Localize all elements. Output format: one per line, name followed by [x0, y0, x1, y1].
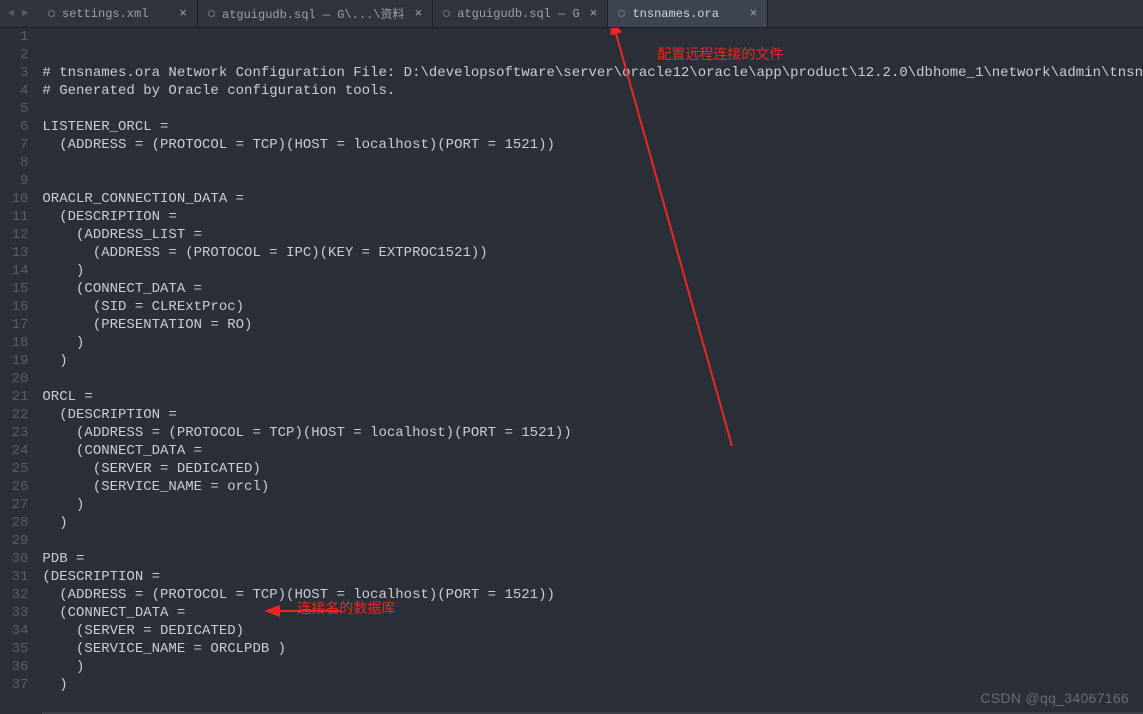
- code-line[interactable]: ): [42, 352, 1143, 370]
- line-number: 16: [0, 298, 28, 316]
- nav-back-icon[interactable]: ◄: [4, 8, 18, 20]
- close-icon[interactable]: ×: [590, 7, 598, 20]
- line-number: 13: [0, 244, 28, 262]
- line-number: 30: [0, 550, 28, 568]
- tab-dot-icon: [443, 10, 450, 17]
- code-line[interactable]: [42, 172, 1143, 190]
- line-number: 34: [0, 622, 28, 640]
- code-line[interactable]: (SERVER = DEDICATED): [42, 460, 1143, 478]
- line-number: 28: [0, 514, 28, 532]
- tab-label: atguigudb.sql — G: [457, 7, 579, 21]
- tab-label: tnsnames.ora: [632, 7, 739, 21]
- nav-forward-icon[interactable]: ►: [18, 8, 32, 20]
- line-number-gutter: 1234567891011121314151617181920212223242…: [0, 28, 42, 714]
- code-line[interactable]: (PRESENTATION = RO): [42, 316, 1143, 334]
- close-icon[interactable]: ×: [750, 7, 758, 20]
- line-number: 23: [0, 424, 28, 442]
- code-line[interactable]: (DESCRIPTION =: [42, 208, 1143, 226]
- line-number: 4: [0, 82, 28, 100]
- code-line[interactable]: (CONNECT_DATA =: [42, 604, 1143, 622]
- line-number: 17: [0, 316, 28, 334]
- code-line[interactable]: ): [42, 262, 1143, 280]
- nav-buttons: ◄ ►: [0, 0, 38, 27]
- code-line[interactable]: # tnsnames.ora Network Configuration Fil…: [42, 64, 1143, 82]
- watermark: CSDN @qq_34067166: [980, 690, 1129, 706]
- line-number: 27: [0, 496, 28, 514]
- line-number: 7: [0, 136, 28, 154]
- code-line[interactable]: [42, 694, 1143, 712]
- line-number: 3: [0, 64, 28, 82]
- tab-atguigudb2[interactable]: atguigudb.sql — G ×: [433, 0, 608, 27]
- code-line[interactable]: ORCL =: [42, 388, 1143, 406]
- code-line[interactable]: [42, 532, 1143, 550]
- line-number: 22: [0, 406, 28, 424]
- code-line[interactable]: PDB =: [42, 550, 1143, 568]
- code-line[interactable]: [42, 154, 1143, 172]
- editor-area[interactable]: 1234567891011121314151617181920212223242…: [0, 28, 1143, 714]
- code-line[interactable]: (ADDRESS_LIST =: [42, 226, 1143, 244]
- code-line[interactable]: (SERVICE_NAME = orcl): [42, 478, 1143, 496]
- annotation-top: 配置远程连接的文件: [657, 45, 783, 63]
- tab-dot-icon: [618, 10, 625, 17]
- close-icon[interactable]: ×: [179, 7, 187, 20]
- tab-atguigudb1[interactable]: atguigudb.sql — G\...\资料 ×: [198, 0, 433, 27]
- code-view[interactable]: # tnsnames.ora Network Configuration Fil…: [42, 28, 1143, 714]
- line-number: 33: [0, 604, 28, 622]
- code-line[interactable]: ): [42, 658, 1143, 676]
- line-number: 18: [0, 334, 28, 352]
- line-number: 21: [0, 388, 28, 406]
- line-number: 19: [0, 352, 28, 370]
- line-number: 37: [0, 676, 28, 694]
- code-line[interactable]: ORACLR_CONNECTION_DATA =: [42, 190, 1143, 208]
- line-number: 36: [0, 658, 28, 676]
- line-number: 1: [0, 28, 28, 46]
- line-number: 10: [0, 190, 28, 208]
- line-number: 9: [0, 172, 28, 190]
- line-number: 32: [0, 586, 28, 604]
- line-number: 20: [0, 370, 28, 388]
- code-line[interactable]: ): [42, 334, 1143, 352]
- tab-tnsnames-ora[interactable]: tnsnames.ora ×: [608, 0, 768, 27]
- line-number: 15: [0, 280, 28, 298]
- line-number: 31: [0, 568, 28, 586]
- code-line[interactable]: (ADDRESS = (PROTOCOL = TCP)(HOST = local…: [42, 424, 1143, 442]
- code-line[interactable]: (CONNECT_DATA =: [42, 442, 1143, 460]
- line-number: 35: [0, 640, 28, 658]
- line-number: 14: [0, 262, 28, 280]
- line-number: 29: [0, 532, 28, 550]
- code-line[interactable]: (ADDRESS = (PROTOCOL = TCP)(HOST = local…: [42, 586, 1143, 604]
- tab-dot-icon: [48, 10, 55, 17]
- code-line[interactable]: (DESCRIPTION =: [42, 568, 1143, 586]
- line-number: 2: [0, 46, 28, 64]
- code-line[interactable]: (CONNECT_DATA =: [42, 280, 1143, 298]
- line-number: 26: [0, 478, 28, 496]
- code-line[interactable]: (SERVICE_NAME = ORCLPDB ): [42, 640, 1143, 658]
- line-number: 12: [0, 226, 28, 244]
- line-number: 24: [0, 442, 28, 460]
- code-line[interactable]: ): [42, 514, 1143, 532]
- tab-bar: ◄ ► settings.xml × atguigudb.sql — G\...…: [0, 0, 1143, 28]
- annotation-bottom: 连接名的数据库: [297, 599, 395, 617]
- code-line[interactable]: [42, 370, 1143, 388]
- line-number: 6: [0, 118, 28, 136]
- tab-label: atguigudb.sql — G\...\资料: [222, 5, 404, 22]
- code-line[interactable]: ): [42, 496, 1143, 514]
- code-line[interactable]: [42, 100, 1143, 118]
- code-line[interactable]: LISTENER_ORCL =: [42, 118, 1143, 136]
- tab-dot-icon: [208, 10, 215, 17]
- line-number: 25: [0, 460, 28, 478]
- code-line[interactable]: (ADDRESS = (PROTOCOL = IPC)(KEY = EXTPRO…: [42, 244, 1143, 262]
- line-number: 8: [0, 154, 28, 172]
- tab-label: settings.xml: [62, 7, 169, 21]
- code-line[interactable]: # Generated by Oracle configuration tool…: [42, 82, 1143, 100]
- code-line[interactable]: (DESCRIPTION =: [42, 406, 1143, 424]
- code-line[interactable]: (SERVER = DEDICATED): [42, 622, 1143, 640]
- line-number: 5: [0, 100, 28, 118]
- line-number: 11: [0, 208, 28, 226]
- tab-settings-xml[interactable]: settings.xml ×: [38, 0, 198, 27]
- close-icon[interactable]: ×: [414, 7, 422, 20]
- code-line[interactable]: ): [42, 676, 1143, 694]
- code-line[interactable]: (ADDRESS = (PROTOCOL = TCP)(HOST = local…: [42, 136, 1143, 154]
- code-line[interactable]: (SID = CLRExtProc): [42, 298, 1143, 316]
